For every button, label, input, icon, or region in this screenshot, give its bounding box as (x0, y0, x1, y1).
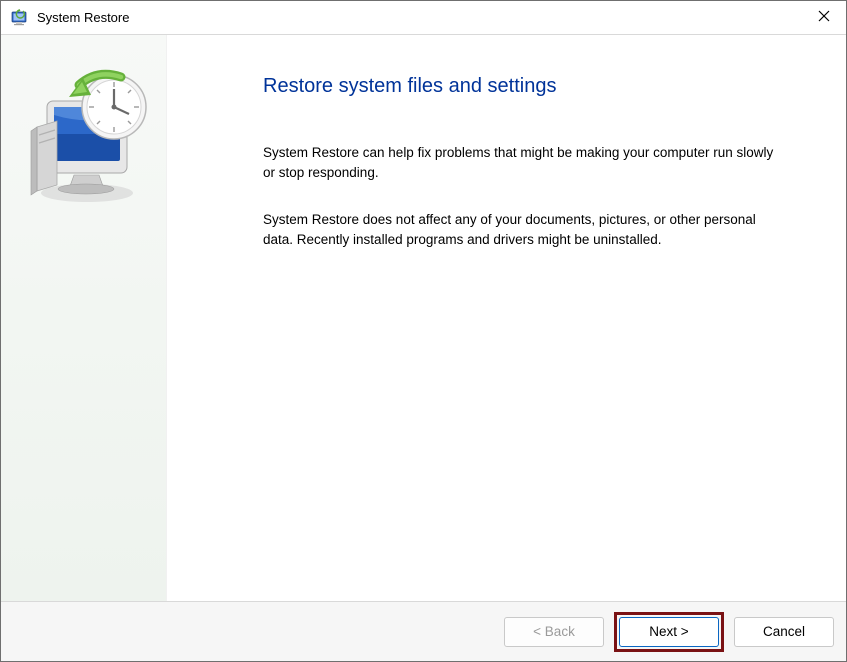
next-button-highlight: Next > (614, 612, 724, 652)
system-restore-graphic (19, 65, 149, 205)
intro-paragraph-1: System Restore can help fix problems tha… (263, 143, 783, 182)
system-restore-icon (11, 9, 29, 27)
close-icon (818, 10, 830, 22)
next-button[interactable]: Next > (619, 617, 719, 647)
page-heading: Restore system files and settings (263, 75, 802, 98)
content-area: Restore system files and settings System… (1, 35, 846, 601)
wizard-footer: < Back Next > Cancel (1, 601, 846, 661)
titlebar: System Restore (1, 1, 846, 35)
back-button: < Back (504, 617, 604, 647)
close-button[interactable] (801, 0, 847, 32)
window-title: System Restore (37, 10, 129, 25)
intro-paragraph-2: System Restore does not affect any of yo… (263, 210, 783, 249)
wizard-sidebar (1, 35, 167, 601)
wizard-main: Restore system files and settings System… (167, 35, 846, 601)
system-restore-window: System Restore (0, 0, 847, 662)
cancel-button[interactable]: Cancel (734, 617, 834, 647)
